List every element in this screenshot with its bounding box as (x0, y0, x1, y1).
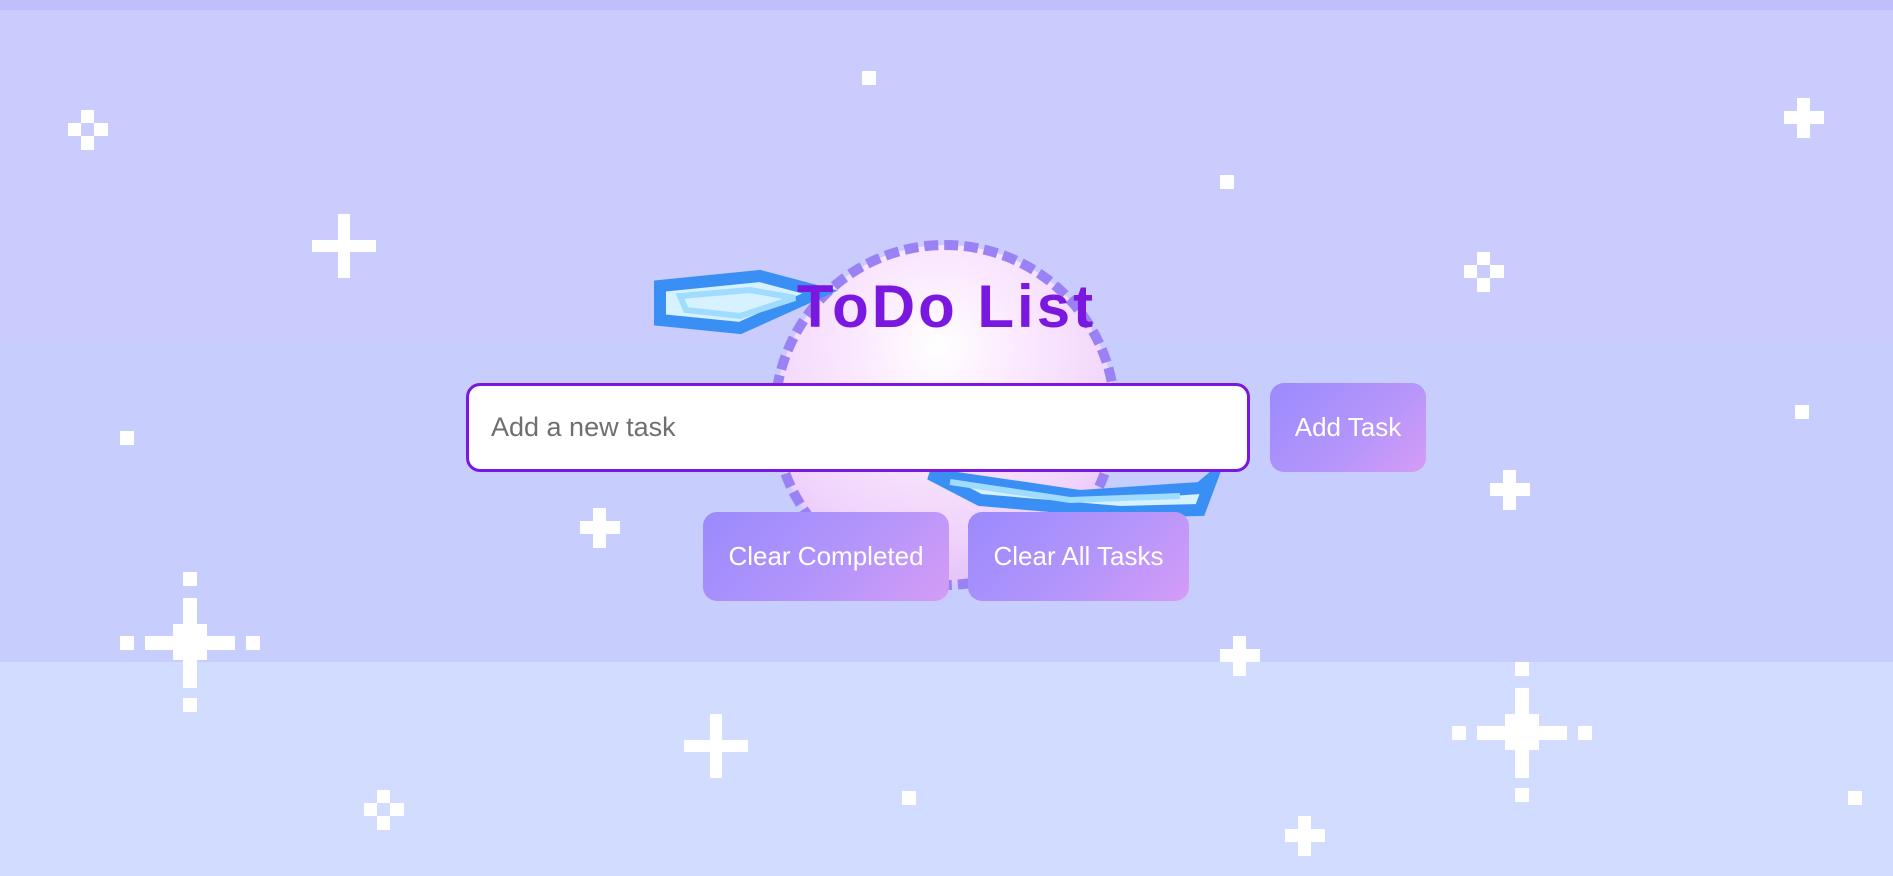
sparkle-icon (1220, 175, 1234, 189)
sparkle-icon (684, 714, 748, 778)
sparkle-icon (364, 790, 404, 830)
sparkle-icon (902, 791, 916, 805)
clear-completed-button[interactable]: Clear Completed (703, 512, 949, 601)
sparkle-icon (120, 572, 260, 712)
add-task-button[interactable]: Add Task (1270, 383, 1426, 472)
sparkle-icon (1285, 816, 1325, 856)
page-title: ToDo List (796, 273, 1097, 340)
background-band-bottom (0, 662, 1893, 876)
sparkle-icon (68, 110, 108, 150)
sparkle-icon (862, 71, 876, 85)
sparkle-icon (1795, 405, 1809, 419)
sparkle-icon (120, 431, 134, 445)
sparkle-icon (1490, 470, 1530, 510)
sparkle-icon (1220, 636, 1260, 676)
clear-all-tasks-button[interactable]: Clear All Tasks (968, 512, 1189, 601)
new-task-input[interactable] (466, 383, 1250, 472)
sparkle-icon (1848, 791, 1862, 805)
background-band-top (0, 0, 1893, 10)
sparkle-icon (312, 214, 376, 278)
sparkle-icon (1784, 98, 1824, 138)
sparkle-icon (1452, 662, 1592, 802)
